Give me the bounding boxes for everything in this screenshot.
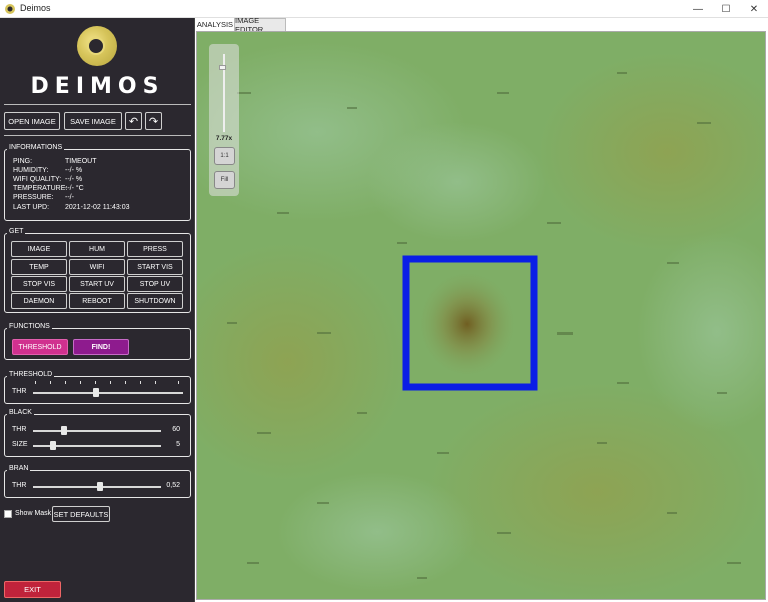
info-value: 2021-12-02 11:43:03 bbox=[65, 204, 130, 211]
save-image-button[interactable]: SAVE IMAGE bbox=[64, 112, 122, 130]
threshold-button[interactable]: THRESHOLD bbox=[12, 339, 68, 355]
sidebar: DEIMOS OPEN IMAGE SAVE IMAGE ↶ ↷ INFORMA… bbox=[0, 18, 195, 602]
get-wifi-button[interactable]: WIFI bbox=[69, 259, 125, 275]
get-panel: GET IMAGE HUM PRESS TEMP WIFI START VIS … bbox=[4, 228, 191, 313]
info-value: --/- % bbox=[65, 176, 83, 183]
info-label: PRESSURE: bbox=[13, 194, 54, 201]
black-thr-slider-thumb[interactable] bbox=[60, 426, 67, 435]
info-value: --/- °C bbox=[65, 185, 84, 192]
slider-ticks bbox=[35, 381, 179, 384]
minimize-icon[interactable]: — bbox=[684, 0, 712, 18]
panel-title: INFORMATIONS bbox=[7, 144, 65, 151]
set-defaults-button[interactable]: SET DEFAULTS bbox=[52, 506, 110, 522]
functions-panel: FUNCTIONS THRESHOLD FIND! bbox=[4, 323, 191, 360]
stop-uv-button[interactable]: STOP UV bbox=[127, 276, 183, 292]
get-temp-button[interactable]: TEMP bbox=[11, 259, 67, 275]
bran-thr-slider-thumb[interactable] bbox=[96, 482, 103, 491]
start-uv-button[interactable]: START UV bbox=[69, 276, 125, 292]
slider-label: THR bbox=[12, 482, 27, 489]
logo-icon bbox=[77, 26, 117, 66]
image-viewer[interactable]: 7.77x 1:1 Fill bbox=[196, 31, 766, 600]
info-value: --/- bbox=[65, 194, 74, 201]
tab-image-editor[interactable]: IMAGE EDITOR bbox=[234, 16, 286, 34]
slider-value: 5 bbox=[176, 441, 180, 448]
zoom-level: 7.77x bbox=[215, 135, 233, 142]
info-label: WIFI QUALITY: bbox=[13, 176, 62, 183]
panel-title: BLACK bbox=[7, 409, 34, 416]
open-image-button[interactable]: OPEN IMAGE bbox=[4, 112, 60, 130]
shutdown-button[interactable]: SHUTDOWN bbox=[127, 293, 183, 309]
divider bbox=[4, 104, 191, 105]
show-mask-checkbox[interactable] bbox=[4, 510, 12, 518]
threshold-slider[interactable] bbox=[33, 392, 183, 394]
logo-text: DEIMOS bbox=[30, 74, 165, 99]
threshold-panel: THRESHOLD THR bbox=[4, 371, 191, 404]
black-thr-slider[interactable] bbox=[33, 430, 161, 432]
zoom-panel: 7.77x 1:1 Fill bbox=[209, 44, 239, 196]
slider-label: SIZE bbox=[12, 441, 28, 448]
slider-label: THR bbox=[12, 388, 27, 395]
info-label: TEMPERATURE: bbox=[13, 185, 68, 192]
zoom-fill-button[interactable]: Fill bbox=[214, 171, 235, 189]
slider-value: 60 bbox=[172, 426, 180, 433]
get-hum-button[interactable]: HUM bbox=[69, 241, 125, 257]
divider bbox=[4, 135, 191, 136]
panel-title: THRESHOLD bbox=[7, 371, 55, 378]
threshold-slider-thumb[interactable] bbox=[93, 388, 99, 397]
black-size-slider-thumb[interactable] bbox=[50, 441, 57, 450]
analysis-image bbox=[197, 32, 765, 599]
daemon-button[interactable]: DAEMON bbox=[11, 293, 67, 309]
find-button[interactable]: FIND! bbox=[73, 339, 129, 355]
maximize-icon[interactable]: ☐ bbox=[712, 0, 740, 18]
info-label: PING: bbox=[13, 158, 33, 165]
tab-analysis[interactable]: ANALYSIS bbox=[196, 18, 234, 31]
info-label: HUMIDITY: bbox=[13, 167, 49, 174]
app-icon bbox=[5, 4, 15, 14]
panel-title: GET bbox=[7, 228, 26, 235]
redo-icon[interactable]: ↷ bbox=[145, 112, 162, 130]
panel-title: FUNCTIONS bbox=[7, 323, 52, 330]
reboot-button[interactable]: REBOOT bbox=[69, 293, 125, 309]
info-value: --/- % bbox=[65, 167, 83, 174]
zoom-1to1-button[interactable]: 1:1 bbox=[214, 147, 235, 165]
title-bar: Deimos — ☐ ✕ bbox=[0, 0, 768, 18]
slider-value: 0,52 bbox=[166, 482, 180, 489]
black-panel: BLACK THR 60 SIZE 5 bbox=[4, 409, 191, 457]
start-vis-button[interactable]: START VIS bbox=[127, 259, 183, 275]
exit-button[interactable]: EXIT bbox=[4, 581, 61, 598]
bran-panel: BRAN THR 0,52 bbox=[4, 465, 191, 498]
show-mask-label: Show Mask bbox=[15, 510, 52, 517]
close-icon[interactable]: ✕ bbox=[740, 0, 768, 18]
get-press-button[interactable]: PRESS bbox=[127, 241, 183, 257]
stop-vis-button[interactable]: STOP VIS bbox=[11, 276, 67, 292]
informations-panel: INFORMATIONS PING: TIMEOUT HUMIDITY: --/… bbox=[4, 144, 191, 221]
zoom-slider-thumb[interactable] bbox=[219, 65, 226, 71]
info-label: LAST UPD: bbox=[13, 204, 50, 211]
panel-title: BRAN bbox=[7, 465, 31, 472]
info-value: TIMEOUT bbox=[65, 158, 97, 165]
window-title: Deimos bbox=[20, 3, 51, 13]
get-image-button[interactable]: IMAGE bbox=[11, 241, 67, 257]
slider-label: THR bbox=[12, 426, 27, 433]
undo-icon[interactable]: ↶ bbox=[125, 112, 142, 130]
